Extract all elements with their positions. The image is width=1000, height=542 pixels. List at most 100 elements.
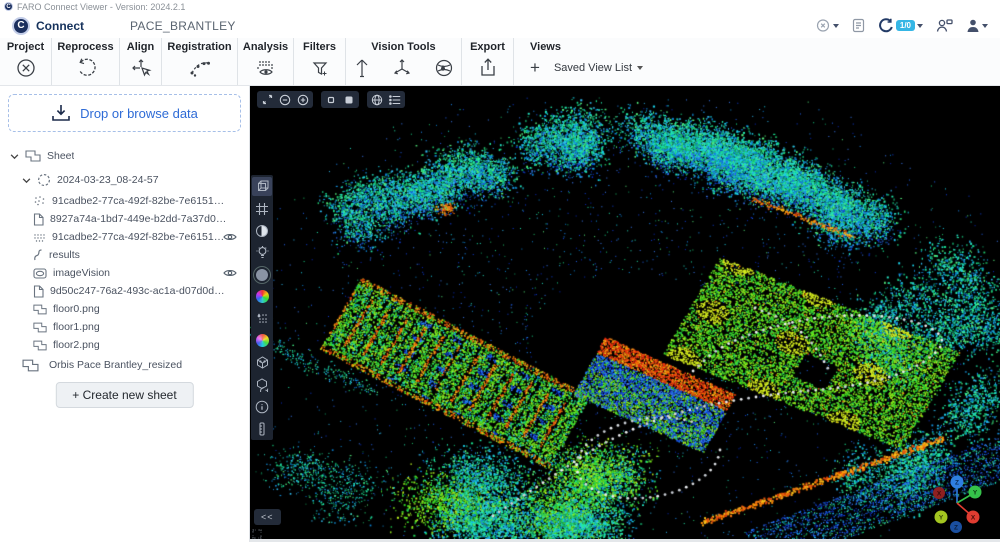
file-icon — [33, 285, 44, 298]
ribbon-group-project[interactable]: Project — [0, 38, 52, 85]
projection-globe-button[interactable] — [369, 92, 385, 107]
tree-label: Orbis Pace Brantley_resized — [49, 359, 182, 371]
grid-button[interactable] — [252, 199, 272, 218]
report-button[interactable] — [852, 18, 865, 33]
shading-button[interactable] — [252, 265, 272, 284]
account-button[interactable] — [966, 18, 988, 33]
saved-view-list-dropdown[interactable]: Saved View List — [554, 62, 643, 74]
tree-label: floor0.png — [53, 303, 100, 315]
chevron-down-icon — [833, 24, 839, 28]
info-button[interactable] — [252, 397, 272, 416]
point-size-small-button[interactable] — [323, 92, 339, 107]
tree-label: 8927a74a-1bd7-449e-b2dd-7a37d05a71f5 — [50, 213, 228, 225]
gizmo-label-y: Y — [939, 515, 944, 522]
add-view-button[interactable]: + — [530, 59, 540, 76]
chevron-down-icon — [637, 66, 643, 70]
resize-corner-icon[interactable] — [252, 529, 262, 539]
ribbon-group-registration[interactable]: Registration — [162, 38, 238, 85]
zoom-out-button[interactable] — [277, 92, 293, 107]
clip-box-button[interactable] — [252, 353, 272, 372]
tree-row-geoslam[interactable]: 91cadbe2-77ca-492f-82be-7e615146d007.geo… — [0, 192, 249, 210]
scan-icon — [37, 173, 51, 187]
ribbon-group-align[interactable]: Align — [120, 38, 162, 85]
undo-button[interactable]: 1/0 — [878, 18, 923, 34]
caret-expanded-icon[interactable] — [10, 152, 19, 161]
person-icon — [966, 18, 980, 33]
ribbon-group-filters[interactable]: Filters — [294, 38, 346, 85]
visibility-eye-icon[interactable] — [223, 232, 237, 242]
collapse-panel-button[interactable]: << — [254, 509, 281, 525]
tree-row-scan[interactable]: 2024-03-23_08-24-57 — [0, 168, 249, 192]
tree-row-file[interactable]: 8927a74a-1bd7-449e-b2dd-7a37d05a71f5 — [0, 210, 249, 228]
point-color-button[interactable] — [252, 221, 272, 240]
tree-row-imagevision[interactable]: imageVision — [0, 264, 249, 282]
measure-button[interactable] — [252, 419, 272, 438]
ribbon-label: Vision Tools — [371, 41, 435, 53]
gizmo-label-z: Z — [954, 525, 958, 532]
viewport-3d[interactable]: << Z X Y Y X Z — [250, 86, 1000, 542]
ribbon-group-vision-tools[interactable]: Vision Tools — [346, 38, 462, 85]
ribbon: Project Reprocess Align Registration Ana… — [0, 38, 1000, 86]
viewport-toolbar — [257, 91, 405, 108]
connection-status-button[interactable] — [816, 18, 839, 33]
density-button[interactable] — [252, 309, 272, 328]
undo-count-badge: 1/0 — [896, 20, 915, 31]
tree-label: imageVision — [53, 267, 110, 279]
colormap-button[interactable] — [252, 287, 272, 306]
zoom-in-button[interactable] — [295, 92, 311, 107]
tree-label: floor2.png — [53, 339, 100, 351]
rgb-sphere-button[interactable] — [252, 331, 272, 350]
visibility-eye-icon[interactable] — [223, 268, 237, 278]
project-name: PACE_BRANTLEY — [130, 19, 236, 33]
ribbon-label: Analysis — [243, 41, 288, 53]
tree-label: 9d50c247-76a2-493c-ac1a-d07d0d4dd782 — [50, 285, 228, 297]
gizmo-label-z: Z — [955, 480, 959, 487]
view-cube-button[interactable] — [252, 177, 272, 196]
tree-row-floor1[interactable]: floor1.png — [0, 318, 249, 336]
file-icon — [33, 213, 44, 226]
caret-expanded-icon[interactable] — [22, 176, 31, 185]
filters-icon — [310, 58, 330, 78]
vision-pin-icon — [353, 57, 371, 79]
ribbon-group-export[interactable]: Export — [462, 38, 514, 85]
ribbon-label: Align — [127, 41, 155, 53]
fit-view-button[interactable] — [259, 92, 275, 107]
ribbon-group-analysis[interactable]: Analysis — [238, 38, 294, 85]
feedback-button[interactable] — [936, 18, 953, 33]
saved-view-list-label: Saved View List — [554, 62, 632, 74]
ribbon-label: Export — [470, 41, 505, 53]
tree-row-floor2[interactable]: floor2.png — [0, 336, 249, 354]
tree-row-floor0[interactable]: floor0.png — [0, 300, 249, 318]
sphere-icon — [256, 269, 268, 281]
tree-label: results — [49, 249, 80, 261]
gizmo-label-y: Y — [973, 490, 978, 497]
tree-row-orbis-sheet[interactable]: Orbis Pace Brantley_resized — [0, 354, 249, 376]
box-rotate-button[interactable] — [252, 375, 272, 394]
drop-browse-data-button[interactable]: Drop or browse data — [8, 94, 241, 132]
tree-label: 91cadbe2-77ca-492f-82be-7e615146d007.laz — [52, 231, 230, 243]
vision-orb-icon — [433, 57, 455, 79]
results-icon — [33, 249, 43, 261]
ribbon-group-views: Views + Saved View List — [514, 38, 1000, 85]
window-title: FARO Connect Viewer - Version: 2024.2.1 — [17, 2, 185, 12]
drop-browse-label: Drop or browse data — [80, 106, 198, 121]
chevron-down-icon — [982, 24, 988, 28]
lighting-button[interactable] — [252, 243, 272, 262]
axis-gizmo[interactable]: Z X Y Y X Z — [928, 470, 986, 534]
tree-row-laz[interactable]: 91cadbe2-77ca-492f-82be-7e615146d007.laz — [0, 228, 249, 246]
tree-row-results[interactable]: results — [0, 246, 249, 264]
sheet-icon — [33, 304, 47, 315]
tree-row-file[interactable]: 9d50c247-76a2-493c-ac1a-d07d0d4dd782 — [0, 282, 249, 300]
layer-list-button[interactable] — [387, 92, 403, 107]
sheet-icon — [33, 340, 47, 351]
point-size-large-button[interactable] — [341, 92, 357, 107]
project-close-icon — [15, 57, 37, 79]
tree-row-sheet[interactable]: Sheet — [0, 144, 249, 168]
app-header: C Connect PACE_BRANTLEY 1/0 — [0, 13, 1000, 38]
ribbon-label: Project — [7, 41, 44, 53]
faro-logo-icon: C — [4, 2, 13, 11]
color-wheel-icon — [256, 290, 269, 303]
point-cloud-canvas[interactable] — [250, 86, 1000, 539]
ribbon-group-reprocess[interactable]: Reprocess — [52, 38, 120, 85]
create-new-sheet-button[interactable]: + Create new sheet — [55, 382, 193, 408]
